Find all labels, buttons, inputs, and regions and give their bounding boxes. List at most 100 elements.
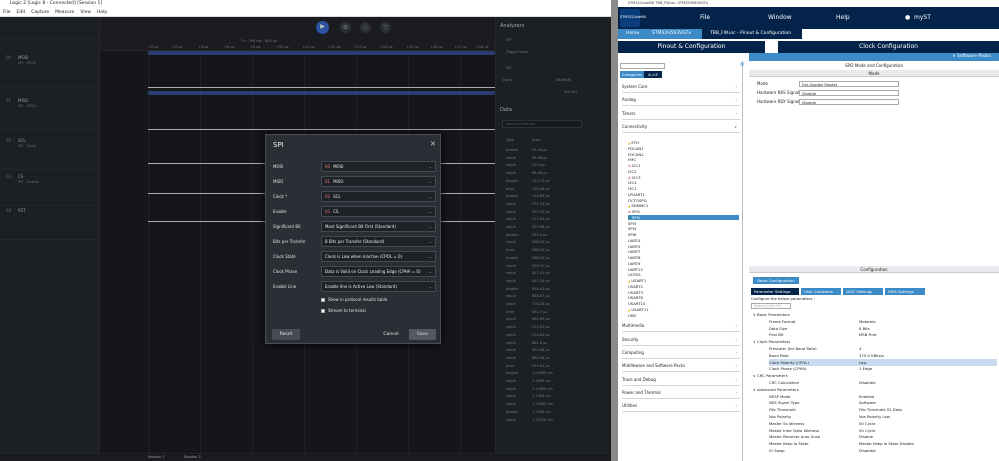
category-item[interactable]: Middleware and Software Packs › xyxy=(622,360,740,373)
chevron-icon: › xyxy=(735,376,737,382)
breadcrumb-mcu[interactable]: STM32H563VGTx xyxy=(644,29,702,39)
peripheral-item[interactable]: I3C1 xyxy=(628,186,637,191)
tab-dma-settings[interactable]: DMA Settings xyxy=(885,288,925,295)
category-item[interactable]: Multimedia › xyxy=(622,320,740,333)
category-item[interactable]: Computing › xyxy=(622,347,740,360)
field-select[interactable]: 02 SCL ⌄ xyxy=(321,191,436,202)
peripheral-item[interactable]: UART8 xyxy=(628,255,640,260)
category-item[interactable]: Trace and Debug › xyxy=(622,374,740,386)
peripheral-item[interactable]: I2C2 xyxy=(628,169,637,174)
peripheral-item[interactable]: SPI2 xyxy=(628,214,739,220)
show-in-results-checkbox[interactable]: Show in protocol results table xyxy=(321,297,421,304)
category-item[interactable]: Power and Thermal › xyxy=(622,387,740,399)
menu-window[interactable]: Window xyxy=(768,14,792,21)
breadcrumb-home[interactable]: Home xyxy=(618,29,644,39)
dialog-title: SPI xyxy=(273,141,284,149)
menu-edit[interactable]: Edit xyxy=(17,8,26,16)
peripheral-item[interactable]: SDMMC1 xyxy=(628,203,648,208)
peripheral-item[interactable]: FMC xyxy=(628,157,636,162)
menu-file[interactable]: File xyxy=(700,14,710,21)
tab-user-constants[interactable]: User Constants xyxy=(801,288,841,295)
category-item[interactable]: Timers › xyxy=(622,108,740,120)
category-item[interactable]: Connectivity ∨ xyxy=(622,121,740,133)
peripheral-item[interactable]: USART3 xyxy=(628,290,643,295)
menu-user[interactable]: myST xyxy=(914,14,931,21)
peripheral-item[interactable]: SPI4 xyxy=(628,226,636,231)
peripheral-item[interactable]: UART5 xyxy=(628,244,640,249)
reset-button[interactable]: Reset xyxy=(272,329,300,340)
field-select[interactable]: Enable line is Active Low (Standard) ⌄ xyxy=(321,281,436,292)
peripheral-item[interactable]: USART2 xyxy=(628,284,643,289)
session-tab[interactable]: Session 2 xyxy=(184,455,201,459)
category-item[interactable]: System Core › xyxy=(622,81,740,93)
field-select[interactable]: 00 MOSI ⌄ xyxy=(321,161,436,172)
peripheral-item[interactable]: I2C1 xyxy=(628,163,641,168)
peripheral-item[interactable]: I2C4 xyxy=(628,180,637,185)
breadcrumb-project[interactable]: TBB_FW.ioc - Pinout & Configuration xyxy=(702,29,802,39)
mode-select[interactable]: Full-Duplex Master xyxy=(799,81,899,87)
menu-help[interactable]: Help xyxy=(97,8,107,16)
field-row: MISO 01 MISO ⌄ xyxy=(272,176,436,188)
field-select[interactable]: Data is Valid on Clock Leading Edge (CPH… xyxy=(321,266,436,277)
peripheral-item[interactable]: I2C3 xyxy=(628,175,641,180)
peripheral-item[interactable]: USART11 xyxy=(628,307,648,312)
peripheral-item[interactable]: ETH xyxy=(628,140,639,145)
tab-clock[interactable]: Clock Configuration xyxy=(778,41,999,53)
field-select[interactable]: Most Significant Bit First (Standard) ⌄ xyxy=(321,221,436,232)
peripheral-item[interactable]: SPI3 xyxy=(628,221,636,226)
peripheral-item[interactable]: USART1 xyxy=(628,278,646,283)
peripheral-item[interactable]: OCTOSPI1 xyxy=(628,198,647,203)
tab-pinout[interactable]: Pinout & Configuration xyxy=(618,41,765,53)
tab-parameter-settings[interactable]: Parameter Settings xyxy=(751,288,799,295)
tab-nvic-settings[interactable]: NVIC Settings xyxy=(843,288,883,295)
cancel-button[interactable]: Cancel xyxy=(378,329,404,340)
nss-select[interactable]: Disable xyxy=(799,90,899,96)
menu-help[interactable]: Help xyxy=(836,14,850,21)
session-tab[interactable]: Session 1 xyxy=(148,455,165,459)
field-row: Clock * 02 SCL ⌄ xyxy=(272,191,436,203)
field-row: Enable Line Enable line is Active Low (St… xyxy=(272,281,436,293)
stream-to-terminal-checkbox[interactable]: Stream to terminal xyxy=(321,308,421,315)
field-value: MOSI xyxy=(333,164,344,169)
field-select[interactable]: 01 MISO ⌄ xyxy=(321,176,436,187)
menu-measure[interactable]: Measure xyxy=(55,8,74,16)
peripheral-item[interactable]: FDCAN2 xyxy=(628,152,644,157)
reset-configuration-button[interactable]: Reset Configuration xyxy=(753,277,799,284)
peripheral-item[interactable]: FDCAN1 xyxy=(628,146,644,151)
tab-categories[interactable]: Categories xyxy=(620,71,644,78)
peripheral-item[interactable]: USB xyxy=(628,313,636,318)
category-item[interactable]: Utilities › xyxy=(622,400,740,413)
parameter-search-input[interactable]: Search (Ctrl+F) xyxy=(751,303,791,309)
category-item[interactable]: Analog › xyxy=(622,94,740,107)
category-search-input[interactable] xyxy=(620,63,665,69)
peripheral-item[interactable]: UART9 xyxy=(628,261,640,266)
peripheral-item[interactable]: UCPD1 xyxy=(628,272,641,277)
parameter-row[interactable]: IO Swap Disabled xyxy=(769,447,997,454)
tab-a-z[interactable]: A->Z xyxy=(644,71,662,78)
chevron-icon: › xyxy=(735,336,737,342)
peripheral-item[interactable]: LPUART1 xyxy=(628,192,645,197)
peripheral-item[interactable]: UART4 xyxy=(628,238,640,243)
rdy-select[interactable]: Disable xyxy=(799,99,899,105)
peripheral-item[interactable]: SPI6 xyxy=(628,232,636,237)
category-item[interactable]: Security › xyxy=(622,334,740,346)
menu-view[interactable]: View xyxy=(80,8,91,16)
channel-code: 01 xyxy=(325,179,331,184)
peripheral-item[interactable]: USART10 xyxy=(628,301,645,306)
menu-capture[interactable]: Capture xyxy=(31,8,49,16)
peripheral-item[interactable]: UART12 xyxy=(628,267,643,272)
cubemx-title-bar: STM32CubeMX TBB_FW.ioc: STM32H563VGTx xyxy=(618,0,999,7)
user-icon[interactable]: ● xyxy=(905,14,910,21)
chevron-icon: › xyxy=(735,110,737,116)
field-select[interactable]: 03 CS ⌄ xyxy=(321,206,436,217)
field-select[interactable]: 8 Bits per Transfer (Standard) ⌄ xyxy=(321,236,436,247)
software-packs-bar[interactable]: ∨ Software Packs xyxy=(749,53,999,61)
close-icon[interactable]: ✕ xyxy=(430,140,436,148)
settings-gear-icon[interactable]: ⚙ xyxy=(740,62,744,68)
save-button[interactable]: Save xyxy=(409,329,436,340)
peripheral-item[interactable]: SPI1 xyxy=(628,209,640,214)
field-select[interactable]: Clock is Low when inactive (CPOL = 0) ⌄ xyxy=(321,251,436,262)
peripheral-item[interactable]: USART6 xyxy=(628,295,643,300)
menu-file[interactable]: File xyxy=(3,8,11,16)
peripheral-item[interactable]: UART7 xyxy=(628,249,640,254)
